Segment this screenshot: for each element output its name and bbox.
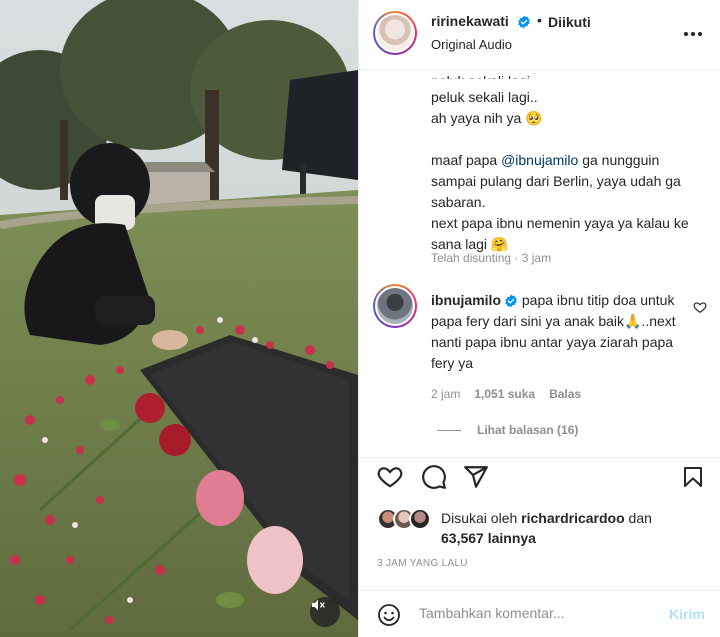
view-replies-button[interactable]: Lihat balasan (16) [437,423,578,437]
likes-count[interactable]: 63,567 lainnya [441,530,536,546]
comment-likes-count[interactable]: 1,051 suka [474,387,535,401]
comment-meta: 2 jam 1,051 suka Balas [431,387,581,401]
caption-line: maaf papa @ibnujamilo ga nungguin [431,150,711,171]
verified-badge-icon [517,15,530,29]
bookmark-icon[interactable] [681,464,705,490]
mute-button[interactable] [310,597,340,627]
liked-by-prefix: Disukai oleh [441,510,522,526]
caption-line: peluk sekali lagi.. [431,89,538,105]
reply-button[interactable]: Balas [549,387,581,401]
speaker-muted-icon [312,599,325,611]
caption-line [431,129,711,150]
post-timestamp[interactable]: 3 JAM YANG LALU [377,558,468,569]
liked-by-username[interactable]: richardricardoo [521,510,624,526]
ellipsis-icon [684,32,688,36]
paper-plane-icon[interactable] [463,464,489,490]
caption-line: ah yaya nih ya 🥺 [431,110,543,126]
comment-composer: Kirim [359,590,720,637]
caption-line: sampai pulang dari Berlin, yaya udah ga [431,173,681,189]
replies-divider-line [437,429,461,431]
audio-link[interactable]: Original Audio [431,37,512,52]
heart-icon[interactable] [377,464,403,490]
caption-line: sabaran. [431,194,486,210]
caption-cut-line: peluk sekali lagi [431,71,711,79]
post-side-panel: ririnekawati • Diikuti Original Audio pe… [358,0,720,637]
comment-time[interactable]: 2 jam [431,387,460,401]
liker-avatar[interactable] [409,508,431,530]
liked-by-join: dan [624,510,652,526]
caption-text: maaf papa [431,152,502,168]
comment-bubble-icon[interactable] [421,464,447,490]
post-actions: Disukai oleh richardricardoo dan 63,567 … [359,457,720,577]
owner-avatar[interactable] [373,11,417,55]
comments-section[interactable]: peluk sekali lagi peluk sekali lagi.. ah… [359,71,720,456]
more-options-button[interactable] [679,22,707,46]
caption-line: next papa ibnu nemenin yaya ya kalau ke [431,215,689,231]
caption-mention-link[interactable]: @ibnujamilo [501,152,578,168]
comment-text: ibnujamilo papa ibnu titip doa untuk pap… [431,290,693,374]
following-button[interactable]: Diikuti [548,14,591,30]
comment-input[interactable] [419,605,649,621]
smiley-icon[interactable] [377,603,401,627]
liker-avatars[interactable] [377,508,439,532]
post-video[interactable] [0,0,358,637]
send-comment-button[interactable]: Kirim [669,606,705,622]
caption-edited-timestamp: Telah disunting · 3 jam [431,251,552,265]
verified-badge-icon [505,294,517,308]
owner-username[interactable]: ririnekawati [431,13,531,29]
post-header: ririnekawati • Diikuti Original Audio [359,0,720,70]
commenter-avatar[interactable] [373,284,417,328]
owner-username-text[interactable]: ririnekawati [431,13,509,29]
post-caption: peluk sekali lagi peluk sekali lagi.. ah… [431,73,711,255]
caption-text: ga nungguin [578,152,660,168]
commenter-username[interactable]: ibnujamilo [431,292,501,308]
video-frame-illustration [0,0,358,637]
separator-dot: • [537,12,542,28]
comment-like-heart-icon[interactable] [693,300,707,314]
liked-by-text[interactable]: Disukai oleh richardricardoo dan 63,567 … [441,508,652,548]
liked-by-summary: Disukai oleh richardricardoo dan 63,567 … [377,508,652,548]
view-replies-label[interactable]: Lihat balasan (16) [477,423,578,437]
